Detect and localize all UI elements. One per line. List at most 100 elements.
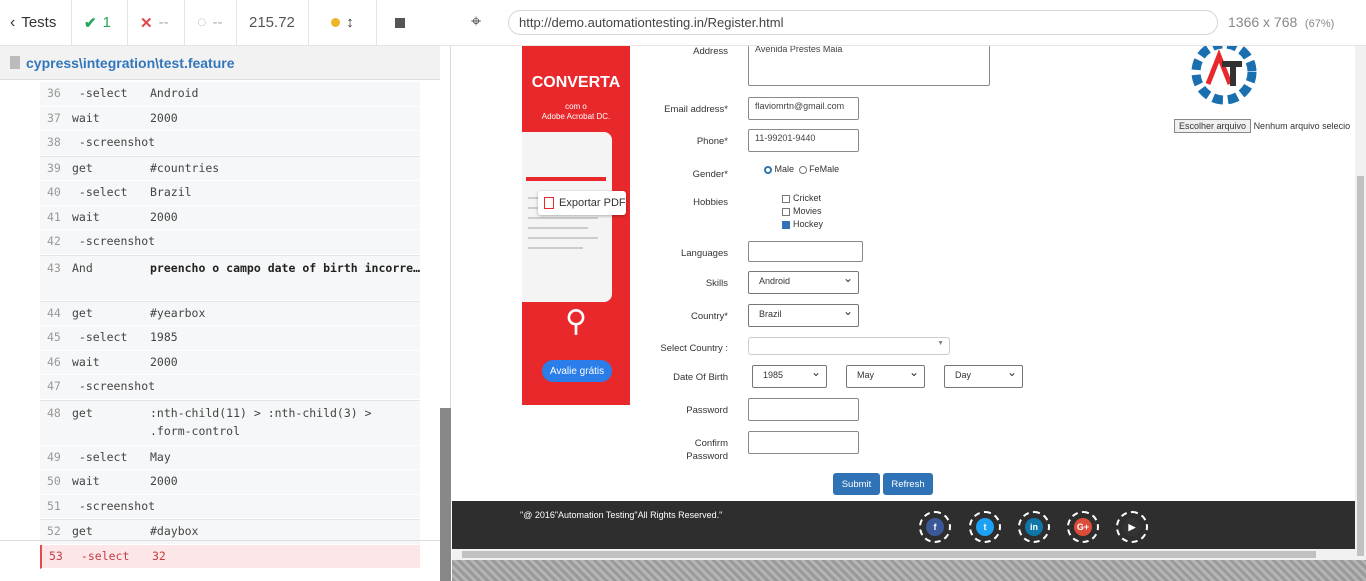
dob-day-select[interactable]: Day (944, 365, 1023, 388)
refresh-button[interactable]: Refresh (883, 473, 933, 495)
facebook-icon: f (926, 518, 944, 536)
phone-field[interactable]: 11-99201-9440 (748, 129, 859, 152)
passed-count: ✔ 1 (72, 0, 128, 46)
aut-vertical-scrollbar[interactable] (1355, 46, 1366, 560)
page-footer: "@ 2016"Automation Testing"All Rights Re… (452, 501, 1355, 549)
pending-count: ◌ -- (185, 0, 237, 46)
horizontal-scrollbar[interactable] (452, 549, 1355, 560)
dob-label: Date Of Birth (673, 372, 728, 383)
vscroll-thumb[interactable] (1357, 176, 1364, 556)
reporter-scrollbar[interactable] (440, 408, 451, 581)
checkbox-cricket[interactable] (782, 194, 790, 203)
command-arg (150, 131, 420, 155)
command-name: wait (72, 474, 100, 488)
command-row[interactable]: 46 wait 2000 (40, 350, 420, 375)
line-number: 51 (47, 498, 61, 513)
crosshair-icon[interactable]: ⌖ (471, 11, 481, 32)
zoom-level: (67%) (1304, 18, 1335, 30)
line-number: 43 (47, 260, 61, 275)
command-name: -select (72, 449, 128, 464)
command-name: wait (72, 209, 100, 224)
languages-field[interactable] (748, 241, 863, 262)
spec-path[interactable]: cypress\integration\test.feature (26, 55, 235, 71)
googleplus-link[interactable]: G+ (1067, 511, 1099, 543)
command-name: -select (72, 86, 128, 100)
radio-male[interactable] (764, 165, 772, 174)
confirm-password-field[interactable] (748, 431, 859, 454)
facebook-link[interactable]: f (919, 511, 951, 543)
hobby-movies[interactable]: Movies (782, 206, 822, 216)
dob-year-value: 1985 (763, 370, 784, 380)
command-row[interactable]: 45 -select 1985 (40, 326, 420, 351)
command-name: -screenshot (72, 379, 156, 393)
command-name: -screenshot (72, 234, 156, 248)
stats-bar: ‹ Tests ✔ 1 ✕ -- ◌ -- 215.72 ↕ (0, 0, 451, 46)
command-name: And (72, 260, 93, 275)
command-row[interactable]: 48 get:nth-child(11) > :nth-child(3) > .f… (40, 399, 420, 446)
autoscroll-toggle[interactable]: ↕ (309, 0, 377, 46)
command-row[interactable]: 47 -screenshot (40, 375, 420, 400)
select-country-label: Select Country : (660, 343, 728, 354)
command-arg: Brazil (150, 185, 192, 199)
failed-count: ✕ -- (128, 0, 185, 46)
command-row[interactable]: 36 -select Android (40, 82, 420, 107)
reporter-panel: ‹ Tests ✔ 1 ✕ -- ◌ -- 215.72 ↕ cypress\i… (0, 0, 451, 581)
twitter-link[interactable]: t (969, 511, 1001, 543)
line-number: 50 (47, 474, 61, 488)
url-text: http://demo.automationtesting.in/Registe… (519, 15, 784, 30)
linkedin-link[interactable]: in (1018, 511, 1050, 543)
tests-label: Tests (21, 14, 57, 31)
command-row[interactable]: 39 get #countries (40, 155, 420, 181)
chevron-left-icon: ‹ (10, 13, 16, 31)
stop-icon (395, 17, 405, 28)
command-row[interactable]: 44 get #yearbox (40, 300, 420, 326)
address-label: Address (693, 46, 728, 57)
password-field[interactable] (748, 398, 859, 421)
command-name: get (72, 160, 93, 175)
languages-label: Languages (680, 248, 728, 259)
command-row[interactable]: 41 wait 2000 (40, 205, 420, 230)
line-number: 37 (47, 110, 61, 125)
address-value: Avenida Prestes Maia (755, 46, 843, 54)
command-row[interactable]: 38 -screenshot (40, 131, 420, 156)
tests-back-button[interactable]: ‹ Tests (0, 0, 72, 46)
checkbox-movies[interactable] (782, 207, 790, 216)
url-bar[interactable]: http://demo.automationtesting.in/Registe… (508, 10, 1218, 35)
command-row[interactable]: 43 And preencho o campo date of birth inco… (40, 254, 420, 301)
command-name: -select (72, 185, 128, 199)
command-row[interactable]: 42 -screenshot (40, 230, 420, 255)
command-row[interactable]: 37 wait 2000 (40, 106, 420, 131)
dob-year-select[interactable]: 1985 (752, 365, 827, 388)
hobby-hockey[interactable]: Hockey (782, 219, 823, 229)
refresh-label: Refresh (891, 478, 925, 490)
file-upload[interactable]: Escolher arquivo Nenhum arquivo selecio (1174, 119, 1350, 133)
checkbox-hockey[interactable] (782, 220, 790, 229)
automation-testing-logo (1186, 46, 1262, 110)
hobby-movies-label: Movies (793, 206, 822, 216)
dob-month-select[interactable]: May (846, 365, 925, 388)
command-row[interactable]: 49 -select May (40, 445, 420, 470)
country-select[interactable]: Brazil (748, 304, 859, 327)
stop-button[interactable] (377, 0, 417, 46)
ad-cta-button[interactable]: Avalie grátis (542, 360, 612, 382)
command-row[interactable]: 50 wait 2000 (40, 470, 420, 495)
gender-label: Gender* (692, 169, 728, 180)
ad-document-image (522, 132, 612, 302)
command-row[interactable]: 40 -select Brazil (40, 181, 420, 206)
email-field[interactable]: flaviomrtn@gmail.com (748, 97, 859, 120)
radio-female[interactable] (798, 165, 807, 174)
address-textarea[interactable]: Avenida Prestes Maia (748, 46, 990, 86)
choose-file-button[interactable]: Escolher arquivo (1174, 119, 1252, 133)
skills-select[interactable]: Android (748, 271, 859, 294)
hobby-cricket[interactable]: Cricket (782, 193, 821, 203)
submit-button[interactable]: Submit (833, 473, 880, 495)
hscroll-thumb[interactable] (462, 551, 1316, 558)
caret-down-icon: ▼ (937, 340, 944, 347)
command-arg: preencho o campo date of birth incorre… (150, 260, 420, 275)
select-country-combobox[interactable]: ▼ (748, 337, 950, 355)
command-row[interactable]: 53 -select 32 (40, 544, 420, 569)
command-row[interactable]: 51 -screenshot (40, 494, 420, 519)
line-number: 48 (47, 405, 61, 420)
youtube-link[interactable]: ▶ (1116, 511, 1148, 543)
command-arg: 2000 (150, 209, 178, 224)
